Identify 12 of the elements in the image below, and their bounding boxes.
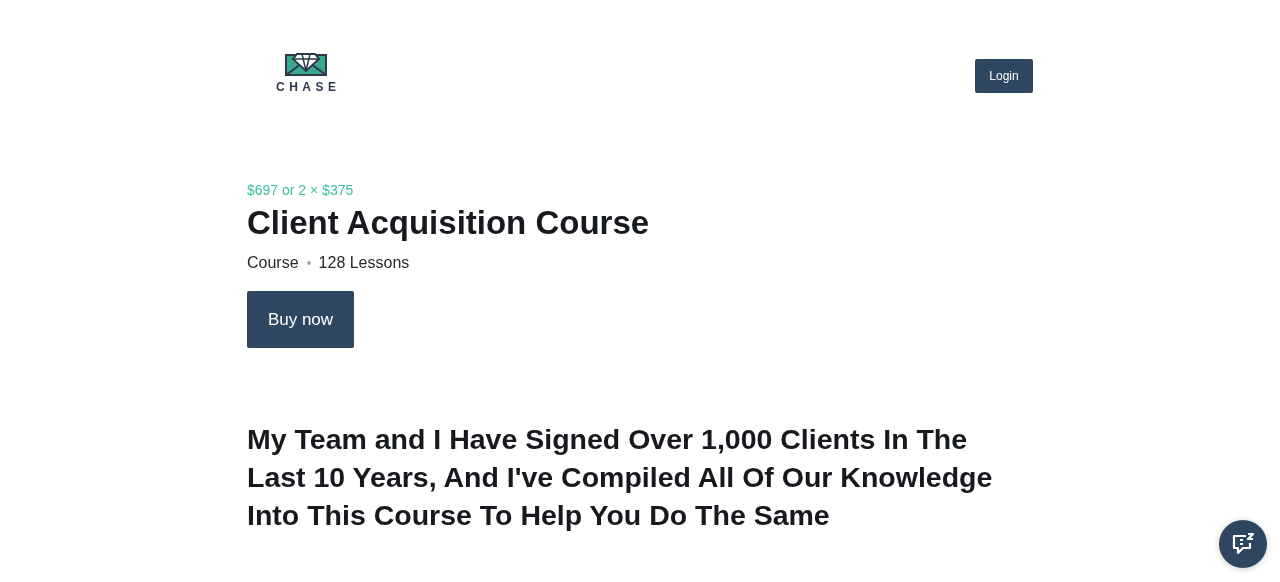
logo-text: CHASE [276,80,341,94]
course-type: Course [247,254,299,272]
price: $697 or 2 × $375 [247,182,355,198]
course-title: Client Acquisition Course [247,204,651,242]
chat-icon [1230,531,1256,557]
login-button[interactable]: Login [975,59,1033,93]
diamond-envelope-icon [285,52,327,76]
buy-button[interactable]: Buy now [247,291,354,348]
lesson-count: 128 Lessons [318,254,410,272]
separator-dot [306,261,311,265]
headline: My Team and I Have Signed Over 1,000 Clients In The Last 10 Years, And I've Compiled All Of Our Knowledge Into This Course To Help You Do The Same [247,422,994,533]
chat-button[interactable] [1219,520,1267,568]
